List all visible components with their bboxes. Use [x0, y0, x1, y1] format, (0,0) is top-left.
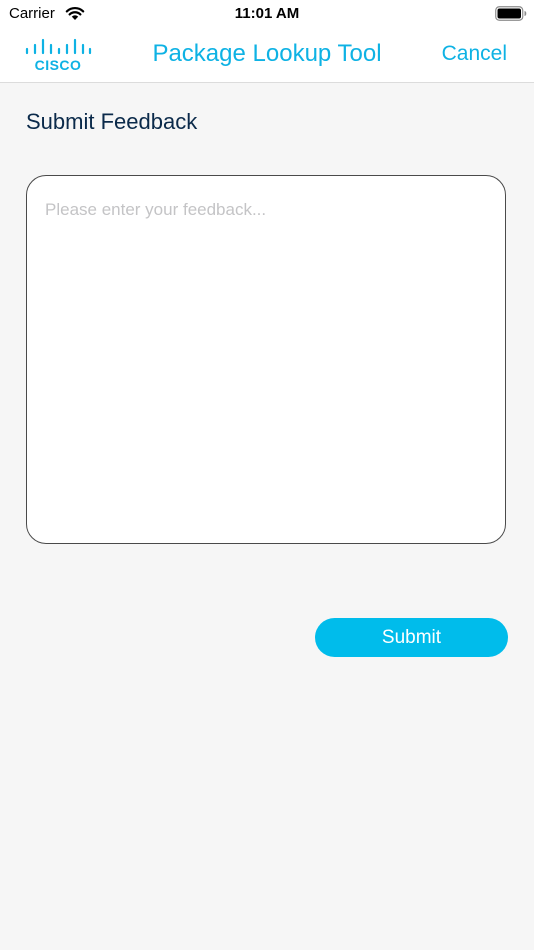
navigation-bar: CISCO Package Lookup Tool Cancel [0, 28, 534, 83]
page-title: Submit Feedback [26, 109, 198, 134]
cancel-button[interactable]: Cancel [442, 42, 507, 66]
submit-button[interactable]: Submit [315, 618, 508, 657]
status-bar: Carrier 11:01 AM [0, 0, 534, 28]
feedback-input[interactable] [26, 175, 506, 544]
battery-icon [495, 6, 527, 21]
clock: 11:01 AM [234, 5, 300, 22]
